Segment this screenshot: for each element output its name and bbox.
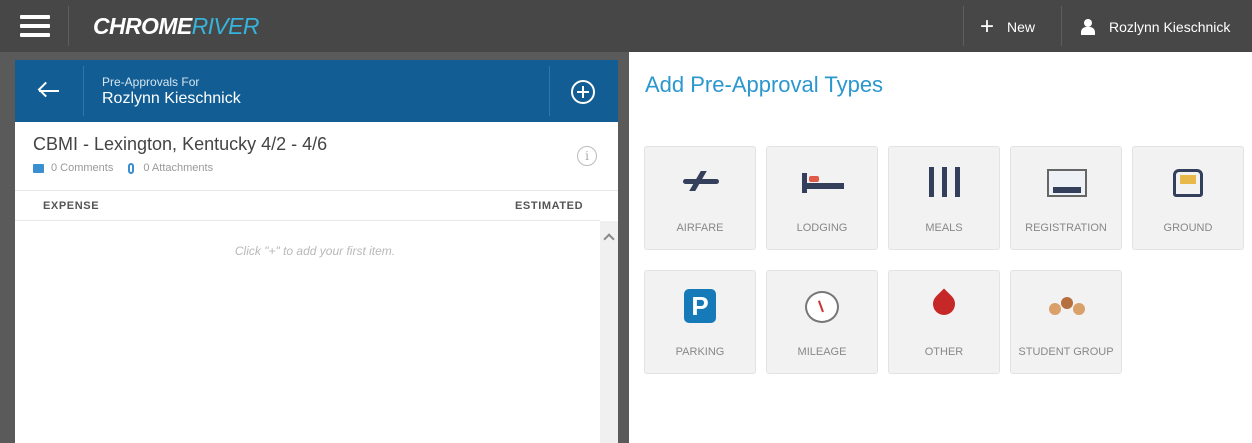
add-pre-approval-title: Add Pre-Approval Types (645, 72, 884, 97)
divider-line (15, 220, 600, 221)
tile-label: MILEAGE (797, 346, 847, 358)
hamburger-menu-icon[interactable] (20, 15, 50, 37)
tile-label: MEALS (925, 222, 963, 234)
header-user-name: Rozlynn Kieschnick (102, 90, 241, 107)
tile-label: GROUND (1163, 222, 1213, 234)
user-menu[interactable]: Rozlynn Kieschnick (1081, 16, 1230, 38)
gauge-icon (805, 291, 839, 323)
panel-divider (619, 52, 629, 443)
report-title[interactable]: CBMI - Lexington, Kentucky 4/2 - 4/6 (33, 134, 327, 155)
tile-label: OTHER (924, 346, 964, 358)
topbar-divider (963, 6, 964, 46)
topbar-divider (1061, 6, 1062, 46)
divider-line (15, 190, 618, 191)
user-name: Rozlynn Kieschnick (1109, 19, 1231, 35)
back-arrow-icon[interactable] (37, 81, 61, 101)
paperclip-icon (128, 162, 135, 174)
tile-label: STUDENT GROUP (1018, 346, 1114, 358)
add-item-icon[interactable] (571, 80, 595, 104)
airplane-icon (681, 169, 721, 193)
info-icon[interactable]: i (577, 146, 597, 166)
pre-approval-panel: Pre-Approvals For Rozlynn Kieschnick CBM… (15, 60, 618, 443)
top-bar: CHROMERIVER + New Rozlynn Kieschnick (0, 0, 1252, 52)
plus-icon: + (980, 13, 995, 40)
header-divider (549, 66, 550, 116)
chrome-river-logo[interactable]: CHROMERIVER (93, 13, 260, 40)
tile-airfare[interactable]: AIRFARE (644, 146, 756, 250)
panel-header: Pre-Approvals For Rozlynn Kieschnick (15, 60, 618, 122)
header-divider (83, 66, 84, 116)
tile-student-group[interactable]: STUDENT GROUP (1010, 270, 1122, 374)
tile-lodging[interactable]: LODGING (766, 146, 878, 250)
user-icon (1081, 19, 1095, 35)
tile-label: LODGING (796, 222, 848, 234)
car-icon (1173, 169, 1203, 197)
tile-parking[interactable]: P PARKING (644, 270, 756, 374)
tile-label: REGISTRATION (1025, 222, 1107, 234)
topbar-divider (68, 6, 69, 46)
expense-column-header: EXPENSE (43, 200, 100, 212)
tile-meals[interactable]: MEALS (888, 146, 1000, 250)
scrollbar[interactable] (600, 221, 618, 443)
parking-icon: P (684, 289, 716, 323)
tile-label: AIRFARE (676, 222, 724, 234)
header-subtitle: Pre-Approvals For (102, 75, 200, 89)
estimated-column-header: ESTIMATED (515, 200, 584, 212)
utensils-icon (927, 167, 963, 197)
tile-mileage[interactable]: MILEAGE (766, 270, 878, 374)
new-button[interactable]: + New (980, 15, 1035, 39)
tile-label: PARKING (675, 346, 725, 358)
registration-icon (1047, 169, 1087, 197)
tile-ground[interactable]: GROUND (1132, 146, 1244, 250)
tile-registration[interactable]: REGISTRATION (1010, 146, 1122, 250)
attachments-link[interactable]: 0 Attachments (143, 162, 213, 174)
comment-icon (33, 163, 44, 173)
tile-other[interactable]: OTHER (888, 270, 1000, 374)
group-icon (1047, 295, 1087, 323)
empty-list-message: Click "+" to add your first item. (234, 244, 396, 258)
bed-icon (802, 173, 844, 193)
report-meta: 0 Comments 0 Attachments (33, 162, 213, 174)
new-button-label: New (1007, 19, 1036, 35)
comments-link[interactable]: 0 Comments (51, 162, 113, 174)
drop-icon (928, 288, 960, 320)
scroll-up-icon[interactable] (603, 233, 615, 245)
